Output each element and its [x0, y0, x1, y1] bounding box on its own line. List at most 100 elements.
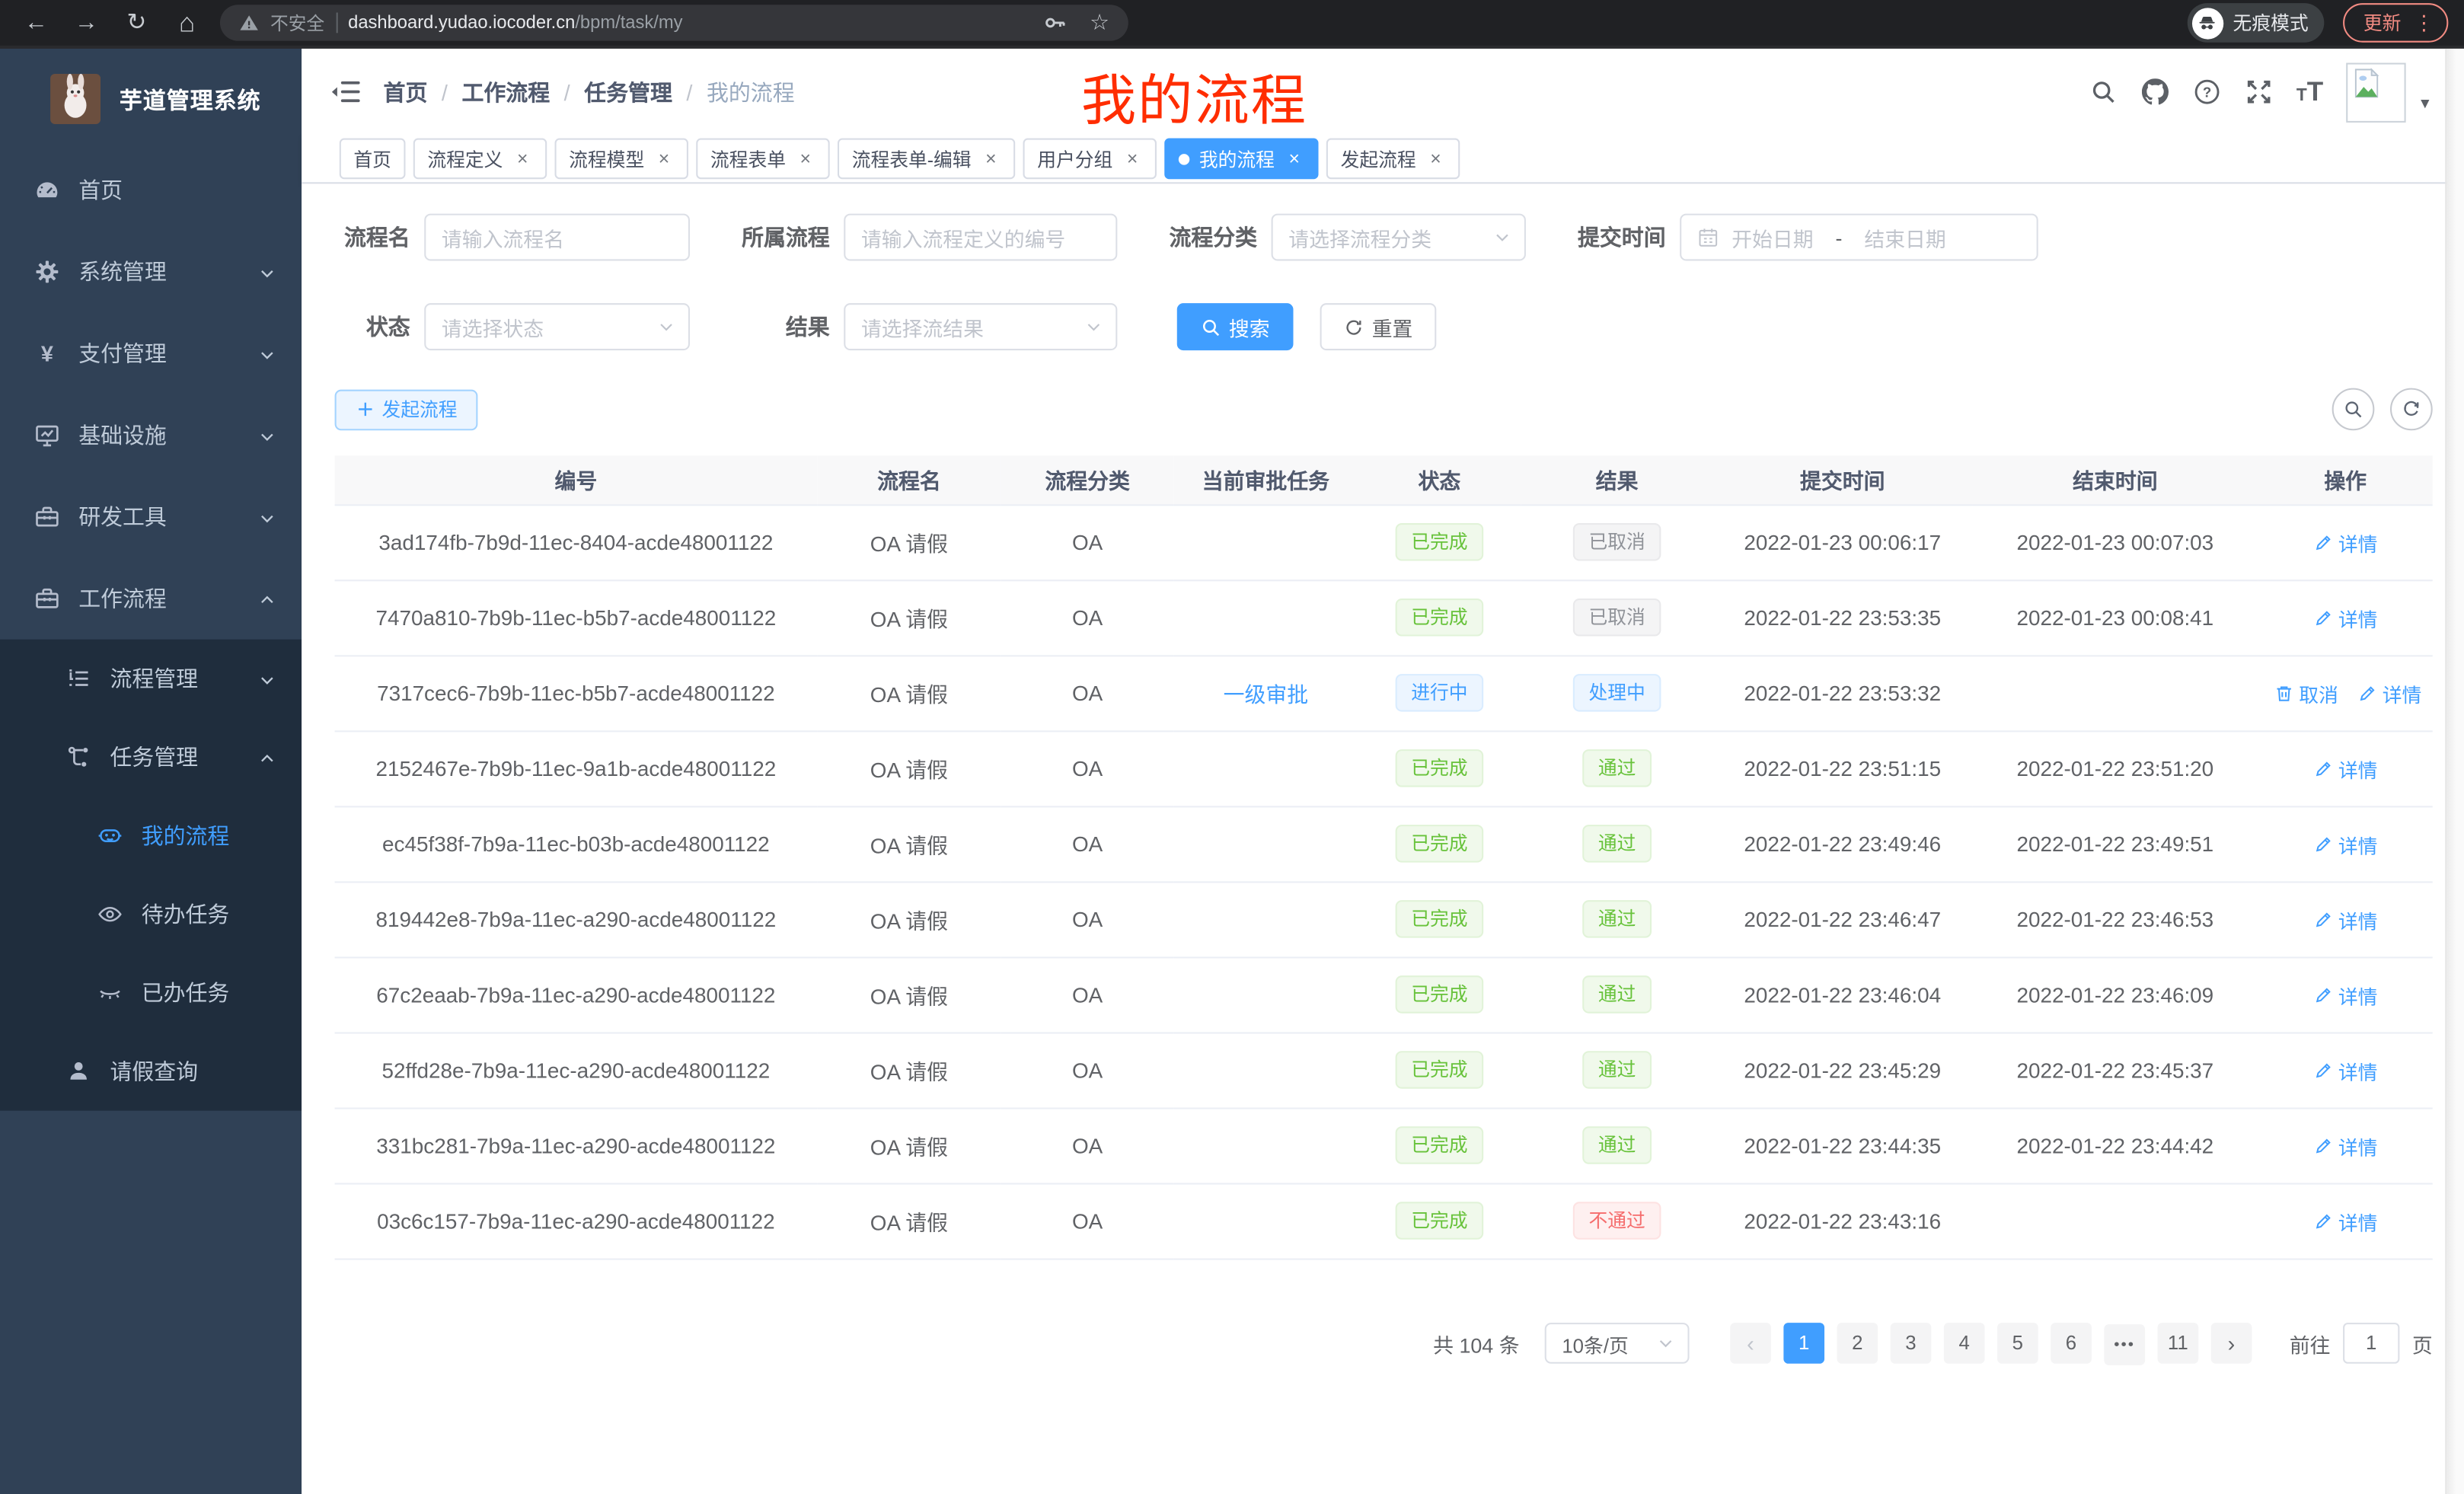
- tab-流程定义[interactable]: 流程定义×: [413, 139, 547, 180]
- prev-page-button[interactable]: ‹: [1730, 1323, 1771, 1365]
- status-select[interactable]: 请选择状态: [424, 303, 690, 350]
- result-select[interactable]: 请选择流结果: [844, 303, 1117, 350]
- cell-current-task: [1174, 881, 1358, 956]
- key-icon[interactable]: [1044, 11, 1068, 34]
- search-icon: [2343, 399, 2363, 420]
- page-button-6[interactable]: 6: [2051, 1322, 2092, 1363]
- eye-icon: [97, 900, 126, 928]
- sidebar-item-基础设施[interactable]: 基础设施: [0, 394, 302, 476]
- page-button-4[interactable]: 4: [1944, 1322, 1985, 1363]
- avatar-caret-icon[interactable]: ▾: [2421, 93, 2429, 113]
- tree-icon: [66, 665, 94, 693]
- home-icon[interactable]: ⌂: [173, 9, 201, 36]
- browser-menu-icon[interactable]: ⋮: [2414, 13, 2434, 34]
- logo[interactable]: 芋道管理系统: [0, 49, 302, 149]
- detail-link[interactable]: 详情: [2313, 979, 2378, 1009]
- page-button-5[interactable]: 5: [1997, 1322, 2038, 1363]
- search-button[interactable]: 搜索: [1177, 303, 1294, 350]
- browser-update-button[interactable]: 更新 ⋮: [2343, 3, 2448, 43]
- tab-流程模型[interactable]: 流程模型×: [555, 139, 688, 180]
- next-page-button[interactable]: ›: [2211, 1323, 2252, 1365]
- sidebar-item-任务管理[interactable]: 任务管理: [0, 718, 302, 796]
- current-task-link[interactable]: 一级审批: [1224, 683, 1308, 707]
- detail-link[interactable]: 详情: [2313, 602, 2378, 632]
- security-label[interactable]: 不安全: [270, 10, 324, 35]
- breadcrumb-task-mgmt[interactable]: 任务管理: [584, 76, 672, 107]
- detail-link[interactable]: 详情: [2313, 527, 2378, 557]
- sidebar-item-工作流程[interactable]: 工作流程: [0, 557, 302, 639]
- process-name-input[interactable]: 请输入流程名: [424, 214, 690, 261]
- refresh-table-button[interactable]: [2390, 388, 2433, 431]
- sidebar-item-研发工具[interactable]: 研发工具: [0, 476, 302, 557]
- not-secure-warning-icon[interactable]: [239, 13, 260, 34]
- tab-流程表单-编辑[interactable]: 流程表单-编辑×: [838, 139, 1015, 180]
- detail-link[interactable]: 详情: [2313, 753, 2378, 783]
- goto-page-input[interactable]: [2343, 1323, 2399, 1365]
- detail-link[interactable]: 详情: [2313, 904, 2378, 934]
- close-icon[interactable]: ×: [795, 148, 815, 169]
- reset-button[interactable]: 重置: [1320, 303, 1437, 350]
- cell-current-task: 一级审批: [1174, 655, 1358, 730]
- page-size-select[interactable]: 10条/页: [1545, 1323, 1690, 1365]
- address-bar[interactable]: 不安全 dashboard.yudao.iocoder.cn/bpm/task/…: [220, 5, 1128, 40]
- more-pages-button[interactable]: •••: [2104, 1324, 2145, 1365]
- detail-link[interactable]: 详情: [2357, 678, 2422, 707]
- cell-status: 已完成: [1358, 1183, 1521, 1259]
- forward-icon[interactable]: →: [72, 11, 101, 34]
- category-select[interactable]: 请选择流程分类: [1272, 214, 1526, 261]
- detail-link[interactable]: 详情: [2313, 828, 2378, 858]
- close-icon[interactable]: ×: [512, 148, 533, 169]
- font-size-icon[interactable]: TT: [2296, 78, 2323, 105]
- page-button-1[interactable]: 1: [1783, 1322, 1824, 1363]
- sidebar-item-我的流程[interactable]: 我的流程: [0, 796, 302, 875]
- toggle-search-button[interactable]: [2332, 388, 2375, 431]
- breadcrumb-workflow[interactable]: 工作流程: [462, 76, 551, 107]
- cell-process-name: OA 请假: [817, 655, 1001, 730]
- create-process-button[interactable]: 发起流程: [335, 389, 478, 430]
- scrollbar[interactable]: [2445, 49, 2464, 1494]
- sidebar-item-系统管理[interactable]: 系统管理: [0, 231, 302, 312]
- avatar[interactable]: [2347, 62, 2406, 121]
- sidebar-collapse-icon[interactable]: [330, 78, 361, 106]
- back-icon[interactable]: ←: [22, 11, 50, 34]
- sidebar-item-请假查询[interactable]: 请假查询: [0, 1032, 302, 1110]
- tab-流程表单[interactable]: 流程表单×: [696, 139, 829, 180]
- detail-link[interactable]: 详情: [2313, 1205, 2378, 1235]
- github-icon[interactable]: [2141, 78, 2169, 106]
- cell-submit-time: 2022-01-22 23:45:29: [1713, 1032, 1973, 1107]
- tab-发起流程[interactable]: 发起流程×: [1326, 139, 1460, 180]
- reload-icon[interactable]: ↻: [123, 11, 151, 34]
- page-button-11[interactable]: 11: [2157, 1322, 2198, 1363]
- close-icon[interactable]: ×: [654, 148, 675, 169]
- table-row: 03c6c157-7b9a-11ec-a290-acde48001122OA 请…: [335, 1183, 2433, 1259]
- help-icon[interactable]: ?: [2193, 78, 2221, 106]
- sidebar-item-首页[interactable]: 首页: [0, 149, 302, 231]
- cancel-link[interactable]: 取消: [2274, 678, 2338, 707]
- sidebar-item-已办任务[interactable]: 已办任务: [0, 953, 302, 1032]
- cell-status: 已完成: [1358, 504, 1521, 579]
- close-icon[interactable]: ×: [1284, 148, 1304, 169]
- detail-link[interactable]: 详情: [2313, 1055, 2378, 1084]
- page-button-2[interactable]: 2: [1837, 1322, 1878, 1363]
- date-range-picker[interactable]: 开始日期 - 结束日期: [1680, 214, 2038, 261]
- close-icon[interactable]: ×: [981, 148, 1001, 169]
- detail-link[interactable]: 详情: [2313, 1130, 2378, 1160]
- process-definition-input[interactable]: 请输入流程定义的编号: [844, 214, 1117, 261]
- fullscreen-icon[interactable]: [2245, 78, 2273, 106]
- tab-首页[interactable]: 首页: [340, 139, 406, 180]
- tab-我的流程[interactable]: 我的流程×: [1164, 139, 1318, 180]
- sidebar-item-待办任务[interactable]: 待办任务: [0, 875, 302, 953]
- page-button-3[interactable]: 3: [1891, 1322, 1932, 1363]
- chevron-down-icon: [1084, 318, 1103, 337]
- cell-process-name: OA 请假: [817, 504, 1001, 579]
- search-icon[interactable]: [2089, 78, 2117, 106]
- breadcrumb-home[interactable]: 首页: [384, 76, 428, 107]
- plus-icon: [355, 399, 375, 420]
- close-icon[interactable]: ×: [1425, 148, 1446, 169]
- tab-用户分组[interactable]: 用户分组×: [1023, 139, 1157, 180]
- chevron-down-icon: [257, 426, 276, 445]
- sidebar-item-支付管理[interactable]: ¥支付管理: [0, 313, 302, 394]
- bookmark-star-icon[interactable]: ☆: [1090, 9, 1109, 36]
- sidebar-item-流程管理[interactable]: 流程管理: [0, 640, 302, 718]
- close-icon[interactable]: ×: [1122, 148, 1143, 169]
